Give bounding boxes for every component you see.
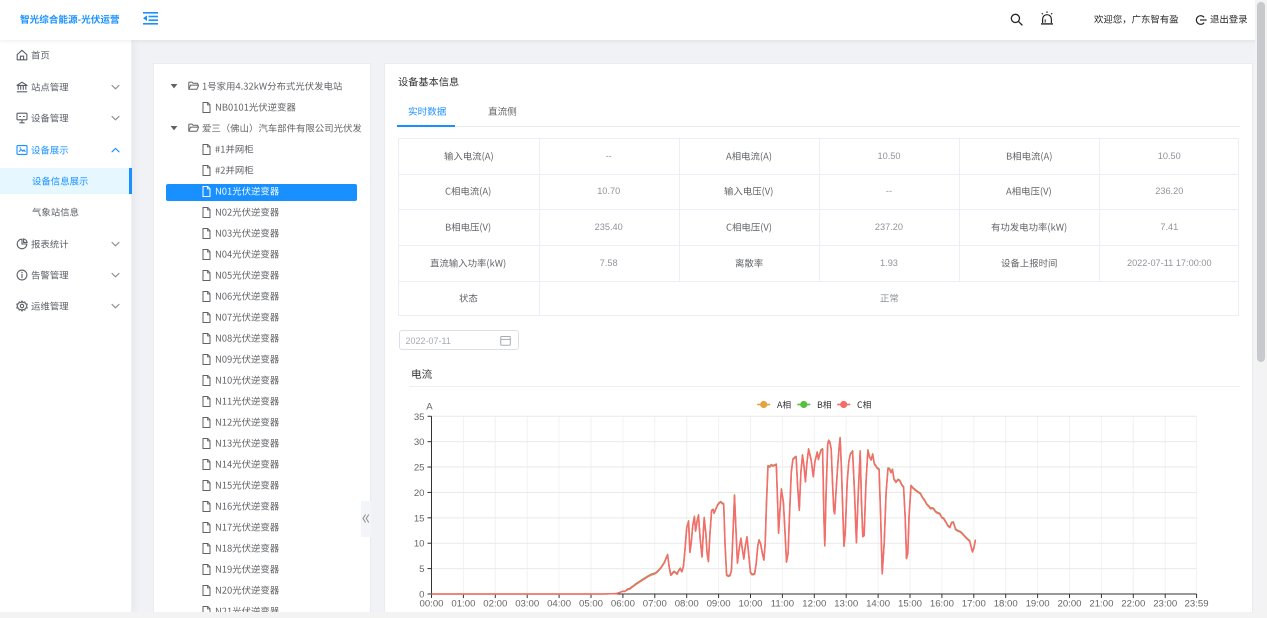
svg-text:13:00: 13:00 (834, 599, 858, 610)
svg-text:15: 15 (414, 513, 425, 524)
svg-text:12:00: 12:00 (802, 599, 826, 610)
svg-text:03:00: 03:00 (515, 599, 539, 610)
svg-text:00:00: 00:00 (419, 599, 443, 610)
svg-text:06:00: 06:00 (611, 599, 635, 610)
svg-text:10: 10 (414, 539, 425, 550)
svg-text:5: 5 (419, 564, 424, 575)
svg-text:17:00: 17:00 (962, 599, 986, 610)
svg-text:22:00: 22:00 (1121, 599, 1145, 610)
svg-text:05:00: 05:00 (579, 599, 603, 610)
svg-text:09:00: 09:00 (707, 599, 731, 610)
svg-text:02:00: 02:00 (483, 599, 507, 610)
svg-text:14:00: 14:00 (866, 599, 890, 610)
svg-text:10:00: 10:00 (738, 599, 762, 610)
svg-text:A: A (426, 401, 433, 412)
svg-text:21:00: 21:00 (1089, 599, 1113, 610)
svg-text:01:00: 01:00 (451, 599, 475, 610)
svg-text:18:00: 18:00 (994, 599, 1018, 610)
svg-text:04:00: 04:00 (547, 599, 571, 610)
svg-text:30: 30 (414, 437, 425, 448)
svg-text:11:00: 11:00 (771, 599, 794, 610)
svg-text:20:00: 20:00 (1057, 599, 1081, 610)
svg-text:16:00: 16:00 (930, 599, 954, 610)
svg-text:15:00: 15:00 (898, 599, 922, 610)
svg-text:35: 35 (414, 412, 425, 423)
svg-text:20: 20 (414, 488, 425, 499)
svg-text:23:59: 23:59 (1185, 599, 1209, 610)
svg-text:19:00: 19:00 (1026, 599, 1050, 610)
svg-text:08:00: 08:00 (675, 599, 699, 610)
svg-text:25: 25 (414, 463, 425, 474)
svg-text:23:00: 23:00 (1153, 599, 1177, 610)
svg-text:07:00: 07:00 (643, 599, 667, 610)
